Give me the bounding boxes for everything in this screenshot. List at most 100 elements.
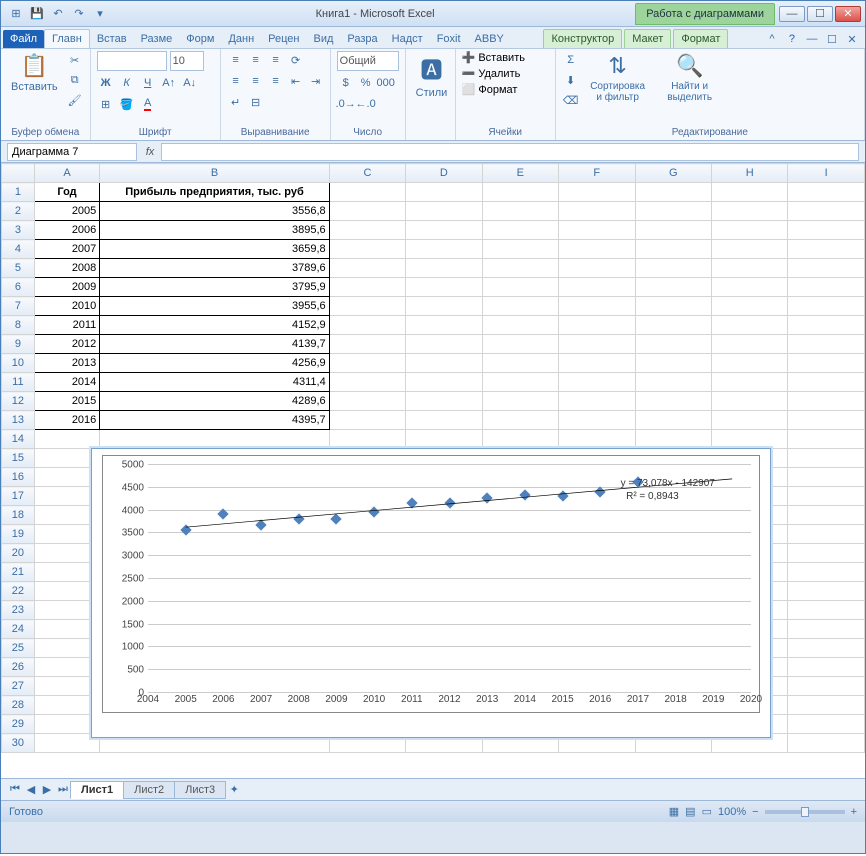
currency-icon[interactable]: $	[337, 74, 355, 92]
formula-input[interactable]	[161, 143, 859, 161]
styles-icon: 🅰	[420, 53, 442, 85]
sort-filter-button[interactable]: ⇅ Сортировка и фильтр	[584, 51, 652, 105]
sheet-tab-2[interactable]: Лист2	[123, 781, 175, 799]
save-icon[interactable]: 💾	[28, 5, 46, 23]
tab-chart-layout[interactable]: Макет	[624, 29, 671, 48]
zoom-in-icon[interactable]: +	[851, 806, 857, 818]
workbook-restore-icon[interactable]: ☐	[823, 30, 841, 48]
italic-icon[interactable]: К	[118, 74, 136, 92]
qat-more-icon[interactable]: ▾	[91, 5, 109, 23]
find-label: Найти и выделить	[660, 81, 720, 103]
paste-button[interactable]: 📋 Вставить	[7, 51, 62, 95]
delete-cells-button[interactable]: ➖Удалить	[462, 67, 521, 80]
maximize-button[interactable]: ☐	[807, 6, 833, 22]
tab-developer[interactable]: Разра	[340, 30, 384, 48]
excel-icon[interactable]: ⊞	[7, 5, 25, 23]
fx-icon[interactable]: fx	[139, 146, 161, 158]
paste-label: Вставить	[11, 81, 58, 93]
font-color-icon[interactable]: A	[139, 95, 157, 113]
tab-layout[interactable]: Разме	[134, 30, 180, 48]
help-icon[interactable]: ?	[783, 30, 801, 48]
tab-review[interactable]: Рецен	[261, 30, 306, 48]
sort-label: Сортировка и фильтр	[588, 81, 648, 103]
align-left-icon[interactable]: ≡	[227, 72, 245, 90]
align-middle-icon[interactable]: ≡	[247, 51, 265, 69]
chart-object[interactable]: 0500100015002000250030003500400045005000…	[91, 448, 771, 738]
align-center-icon[interactable]: ≡	[247, 72, 265, 90]
comma-icon[interactable]: 000	[377, 74, 395, 92]
tab-foxit[interactable]: Foxit	[430, 30, 468, 48]
copy-icon[interactable]: ⧉	[66, 71, 84, 89]
tab-insert[interactable]: Встав	[90, 30, 134, 48]
align-bottom-icon[interactable]: ≡	[267, 51, 285, 69]
find-icon: 🔍	[676, 53, 703, 79]
underline-icon[interactable]: Ч	[139, 74, 157, 92]
shrink-font-icon[interactable]: A↓	[181, 74, 199, 92]
zoom-slider[interactable]	[765, 810, 845, 814]
status-ready: Готово	[9, 806, 43, 818]
styles-label: Стили	[416, 87, 448, 99]
inc-decimal-icon[interactable]: .0→	[337, 95, 355, 113]
new-sheet-icon[interactable]: ✦	[226, 783, 242, 796]
sheet-nav-last-icon[interactable]: ⏭	[55, 783, 71, 796]
name-box[interactable]: Диаграмма 7	[7, 143, 137, 161]
sheet-tab-1[interactable]: Лист1	[70, 781, 124, 799]
indent-inc-icon[interactable]: ⇥	[307, 72, 325, 90]
view-normal-icon[interactable]: ▦	[669, 805, 679, 818]
font-size-combo[interactable]: 10	[170, 51, 204, 71]
bold-icon[interactable]: Ж	[97, 74, 115, 92]
sheet-nav-prev-icon[interactable]: ◀	[23, 783, 39, 796]
find-select-button[interactable]: 🔍 Найти и выделить	[656, 51, 724, 105]
tab-addins[interactable]: Надст	[385, 30, 430, 48]
tab-abby[interactable]: ABBY	[468, 30, 511, 48]
autosum-icon[interactable]: Σ	[562, 51, 580, 69]
ribbon-minimize-icon[interactable]: ^	[763, 30, 781, 48]
wrap-text-icon[interactable]: ↵	[227, 93, 245, 111]
delete-cells-icon: ➖	[462, 67, 476, 80]
font-name-combo[interactable]	[97, 51, 167, 71]
align-right-icon[interactable]: ≡	[267, 72, 285, 90]
format-cells-button[interactable]: ⬜Формат	[462, 83, 518, 96]
tab-chart-format[interactable]: Формат	[673, 29, 728, 48]
indent-dec-icon[interactable]: ⇤	[287, 72, 305, 90]
number-format-combo[interactable]: Общий	[337, 51, 399, 71]
redo-icon[interactable]: ↷	[70, 5, 88, 23]
group-number: Число	[337, 125, 399, 140]
tab-chart-design[interactable]: Конструктор	[543, 29, 622, 48]
workbook-min-icon[interactable]: —	[803, 30, 821, 48]
clear-icon[interactable]: ⌫	[562, 91, 580, 109]
format-painter-icon[interactable]: 🖌	[66, 91, 84, 109]
workbook-close-icon[interactable]: ✕	[843, 30, 861, 48]
grow-font-icon[interactable]: A↑	[160, 74, 178, 92]
fill-icon[interactable]: ⬇	[562, 71, 580, 89]
tab-formulas[interactable]: Форм	[179, 30, 221, 48]
zoom-out-icon[interactable]: −	[752, 806, 758, 818]
merge-icon[interactable]: ⊟	[247, 93, 265, 111]
zoom-level[interactable]: 100%	[718, 806, 746, 818]
view-pagebreak-icon[interactable]: ▭	[702, 805, 712, 818]
fill-color-icon[interactable]: 🪣	[118, 95, 136, 113]
minimize-button[interactable]: —	[779, 6, 805, 22]
cut-icon[interactable]: ✂	[66, 51, 84, 69]
border-icon[interactable]: ⊞	[97, 95, 115, 113]
close-button[interactable]: ✕	[835, 6, 861, 22]
sheet-tab-3[interactable]: Лист3	[174, 781, 226, 799]
tab-file[interactable]: Файл	[3, 30, 44, 48]
group-editing: Редактирование	[562, 125, 858, 140]
undo-icon[interactable]: ↶	[49, 5, 67, 23]
align-top-icon[interactable]: ≡	[227, 51, 245, 69]
trendline-equation: y = 73,078x - 142907	[621, 478, 715, 489]
dec-decimal-icon[interactable]: ←.0	[357, 95, 375, 113]
insert-cells-button[interactable]: ➕Вставить	[462, 51, 525, 64]
tab-data[interactable]: Данн	[221, 30, 261, 48]
status-bar: Готово ▦ ▤ ▭ 100% − +	[1, 800, 865, 822]
worksheet[interactable]: ABCDEFGHI1ГодПрибыль предприятия, тыс. р…	[1, 163, 865, 778]
sheet-nav-first-icon[interactable]: ⏮	[7, 783, 23, 796]
styles-button[interactable]: 🅰 Стили	[412, 51, 452, 101]
tab-view[interactable]: Вид	[307, 30, 341, 48]
sheet-nav-next-icon[interactable]: ▶	[39, 783, 55, 796]
orientation-icon[interactable]: ⟳	[287, 51, 305, 69]
view-layout-icon[interactable]: ▤	[685, 805, 695, 818]
tab-home[interactable]: Главн	[44, 29, 90, 48]
percent-icon[interactable]: %	[357, 74, 375, 92]
